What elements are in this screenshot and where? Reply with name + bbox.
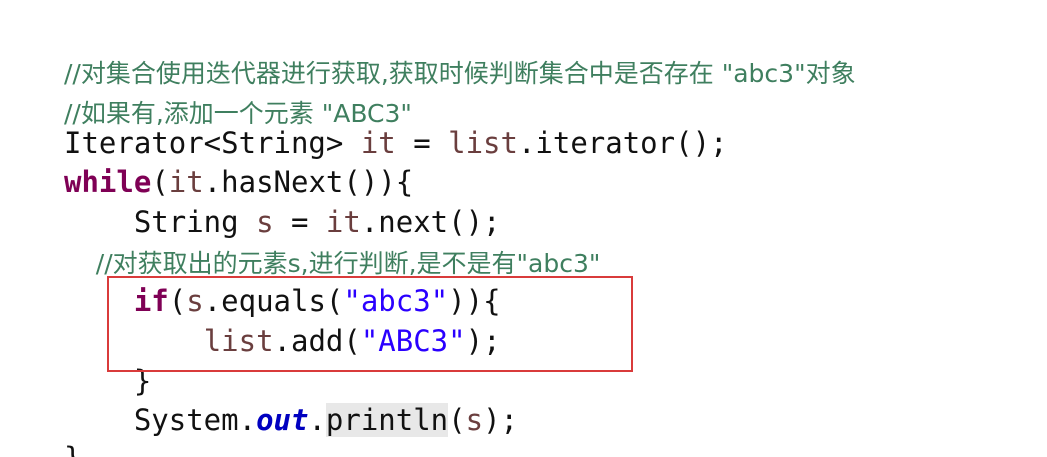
line-10-token-1: System.: [64, 403, 257, 437]
line-6-token-1: //对获取出的元素s,进行判断,是不是有"abc3": [64, 249, 601, 278]
line-4-token-4: .hasNext()){: [203, 165, 414, 199]
line-3-token-5: .iterator();: [517, 126, 728, 160]
line-9-token-1: }: [64, 364, 152, 398]
line-10-token-7: );: [483, 403, 518, 437]
line-9: }: [64, 361, 151, 401]
line-8-token-5: );: [465, 324, 501, 358]
line-7-token-2: if: [133, 284, 169, 318]
line-5-token-5: .next();: [360, 205, 501, 239]
line-8-token-2: list: [203, 324, 274, 358]
line-5-token-2: s: [256, 205, 274, 239]
line-3-token-2: it: [360, 126, 396, 160]
line-10-token-4: println: [325, 403, 449, 437]
java-code-block: //对集合使用迭代器进行获取,获取时候判断集合中是否存在 "abc3"对象//如…: [0, 0, 1047, 457]
line-5-token-1: String: [64, 205, 257, 239]
line-3: Iterator<String> it = list.iterator();: [64, 123, 727, 163]
line-8: list.add("ABC3");: [64, 321, 501, 361]
line-3-token-1: Iterator<String>: [64, 126, 361, 160]
line-10-token-2: out: [256, 403, 309, 437]
line-10-token-6: s: [465, 403, 484, 437]
line-4-token-1: while: [64, 165, 152, 199]
line-4-token-3: it: [168, 165, 204, 199]
line-1-token-1: //对集合使用迭代器进行获取,获取时候判断集合中是否存在 "abc3"对象: [64, 59, 856, 88]
line-7-token-7: )){: [448, 284, 501, 318]
line-4: while(it.hasNext()){: [64, 162, 413, 202]
line-4-token-2: (: [151, 165, 169, 199]
line-7-token-1: [64, 284, 134, 318]
line-7: if(s.equals("abc3")){: [64, 281, 501, 321]
line-3-token-4: list: [448, 126, 518, 160]
line-6: //对获取出的元素s,进行判断,是不是有"abc3": [64, 242, 601, 282]
line-8-token-3: .add(: [273, 324, 361, 358]
line-5-token-4: it: [325, 205, 361, 239]
line-10: System.out.println(s);: [64, 400, 518, 440]
line-5-token-3: =: [273, 205, 326, 239]
line-3-token-3: =: [395, 126, 449, 160]
line-7-token-5: .equals(: [203, 284, 344, 318]
bottom-clipped-code-fragment: [0, 437, 1047, 457]
line-7-token-6: "abc3": [343, 284, 449, 318]
line-1: //对集合使用迭代器进行获取,获取时候判断集合中是否存在 "abc3"对象: [64, 52, 856, 92]
line-8-token-1: [64, 324, 204, 358]
code-editor-screenshot: //对集合使用迭代器进行获取,获取时候判断集合中是否存在 "abc3"对象//如…: [0, 0, 1047, 457]
line-5: String s = it.next();: [64, 202, 501, 242]
line-8-token-4: "ABC3": [360, 324, 466, 358]
line-7-token-4: s: [186, 284, 204, 318]
line-7-token-3: (: [168, 284, 187, 318]
line-10-token-3: .: [308, 403, 326, 437]
line-10-token-5: (: [448, 403, 466, 437]
